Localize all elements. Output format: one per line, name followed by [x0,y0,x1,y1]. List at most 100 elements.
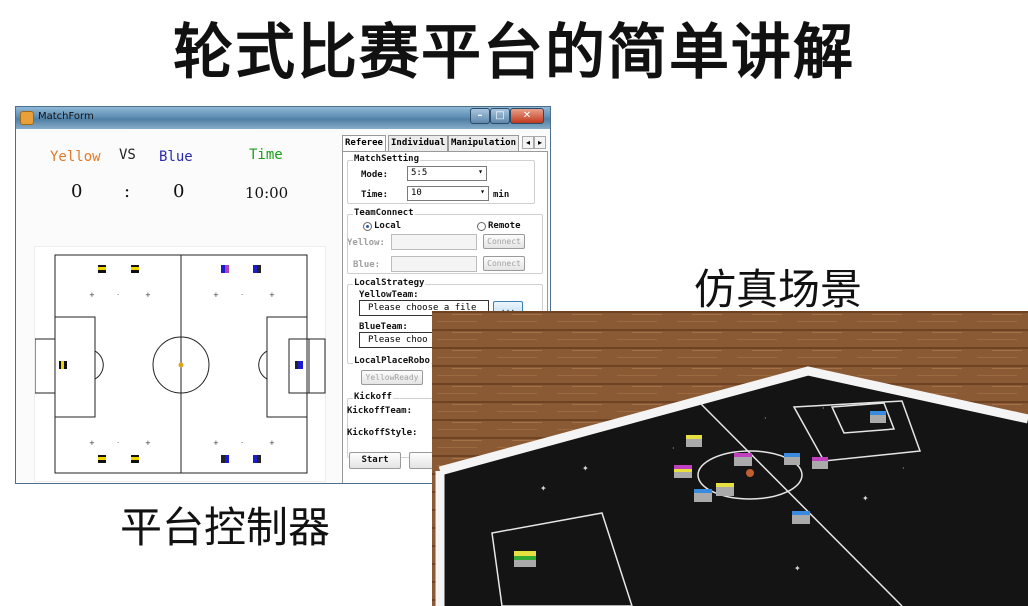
time-unit: min [493,190,510,200]
yellow-team-label: Yellow [50,149,101,165]
right-goal [306,338,326,394]
marker-dot: + [89,291,95,299]
tab-referee[interactable]: Referee [342,135,386,152]
mode-value: 5:5 [411,168,428,178]
yellow-robot [98,455,106,463]
ball [178,362,184,368]
robot [812,457,828,469]
marker-dot: · [117,291,119,299]
marker-dot: · [764,414,767,423]
marker-dot: + [269,439,275,447]
kickoff-group: Kickoff [353,392,393,402]
blue-robot [295,361,303,369]
controller-caption: 平台控制器 [120,503,331,552]
window-titlebar[interactable]: MatchForm – □ ✕ [16,107,550,129]
marker-dot: · [902,464,905,473]
yellow-connect-label: Yellow: [347,238,385,248]
team-connect-group: TeamConnect [353,208,415,218]
mode-label: Mode: [361,170,389,180]
window-title: MatchForm [38,111,94,122]
blue-robots [221,265,303,463]
marker-dot: · [241,291,243,299]
vs-label: VS [119,147,136,163]
score-separator: : [124,181,131,202]
minimize-button[interactable]: – [470,108,490,124]
time-select[interactable]: 10 ▾ [407,186,489,201]
maximize-button[interactable]: □ [490,108,510,124]
marker-dot: + [145,291,151,299]
slide-title: 轮式比赛平台的简单讲解 [173,18,855,88]
robot [686,435,702,447]
left-goal-area [34,338,56,394]
left-arc [94,350,104,380]
blue-robot [221,455,229,463]
robot [514,551,536,567]
field-diagram: + · + + · + + · + + · + [34,254,326,474]
tab-individual[interactable]: Individual [388,135,449,151]
robot [792,511,810,524]
marker-dot: + [145,439,151,447]
simulation-scene: ✦ · ✦ · ✦ ✦ · · [432,311,1028,606]
tab-strip: Referee Individual Manipulation ◂ ▸ [342,135,548,152]
remote-radio[interactable] [477,222,486,231]
tab-manipulation[interactable]: Manipulation [448,135,520,151]
start-button[interactable]: Start [349,452,401,469]
time-setting-label: Time: [361,190,389,200]
tab-scroll-left-icon[interactable]: ◂ [522,136,534,149]
blue-robot [221,265,229,273]
blue-score: 0 [173,181,185,202]
match-clock: 10:00 [245,184,289,202]
tab-scroll-right-icon[interactable]: ▸ [534,136,546,149]
chevron-down-icon: ▾ [478,167,483,176]
marker-dot: + [269,291,275,299]
app-icon [20,111,34,125]
yellow-ready-button[interactable]: YellowReady [361,370,423,385]
yellow-score: 0 [71,181,83,202]
mode-select[interactable]: 5:5 ▾ [407,166,487,181]
marker-dot: · [672,444,675,453]
simulation-caption: 仿真场景 [694,265,863,314]
local-radio-label: Local [374,221,402,231]
yellow-connect-button[interactable]: Connect [483,234,525,249]
blue-connect-button[interactable]: Connect [483,256,525,271]
marker-dot: ✦ [582,464,589,473]
robot [674,465,692,478]
blue-team-label: Blue [159,149,193,165]
blue-address-input[interactable] [391,256,477,272]
local-place-group: LocalPlaceRobo [353,356,431,366]
blue-team-label: BlueTeam: [359,322,408,332]
blue-connect-label: Blue: [353,260,381,270]
marker-dot: ✦ [540,484,547,493]
kickoff-team-label: KickoffTeam: [347,406,413,416]
time-label: Time [249,147,283,163]
marker-dot: · [241,439,243,447]
remote-radio-label: Remote [488,221,521,231]
marker-dot: ✦ [794,564,801,573]
ball [746,469,754,477]
local-strategy-group: LocalStrategy [353,278,426,288]
marker-dot: + [213,291,219,299]
yellow-robot [98,265,106,273]
blue-robot [253,265,261,273]
close-button[interactable]: ✕ [510,108,544,124]
match-setting-group: MatchSetting [353,154,421,164]
marker-dot: + [213,439,219,447]
local-radio[interactable] [363,222,372,231]
chevron-down-icon: ▾ [480,187,485,196]
yellow-robot [131,265,139,273]
marker-dot: · [117,439,119,447]
simulation-render: ✦ · ✦ · ✦ ✦ · · [432,311,1028,606]
marker-dot: · [822,404,825,413]
blue-robot [253,455,261,463]
yellow-address-input[interactable] [391,234,477,250]
marker-dot: ✦ [862,494,869,503]
robot [694,489,712,502]
robot [784,453,800,465]
yellow-robot [131,455,139,463]
robot [716,483,734,496]
yellow-robots [59,265,139,463]
robot [870,411,886,423]
robot [734,453,752,466]
field-view: + · + + · + + · + + · + [34,246,326,482]
kickoff-style-label: KickoffStyle: [347,428,418,438]
